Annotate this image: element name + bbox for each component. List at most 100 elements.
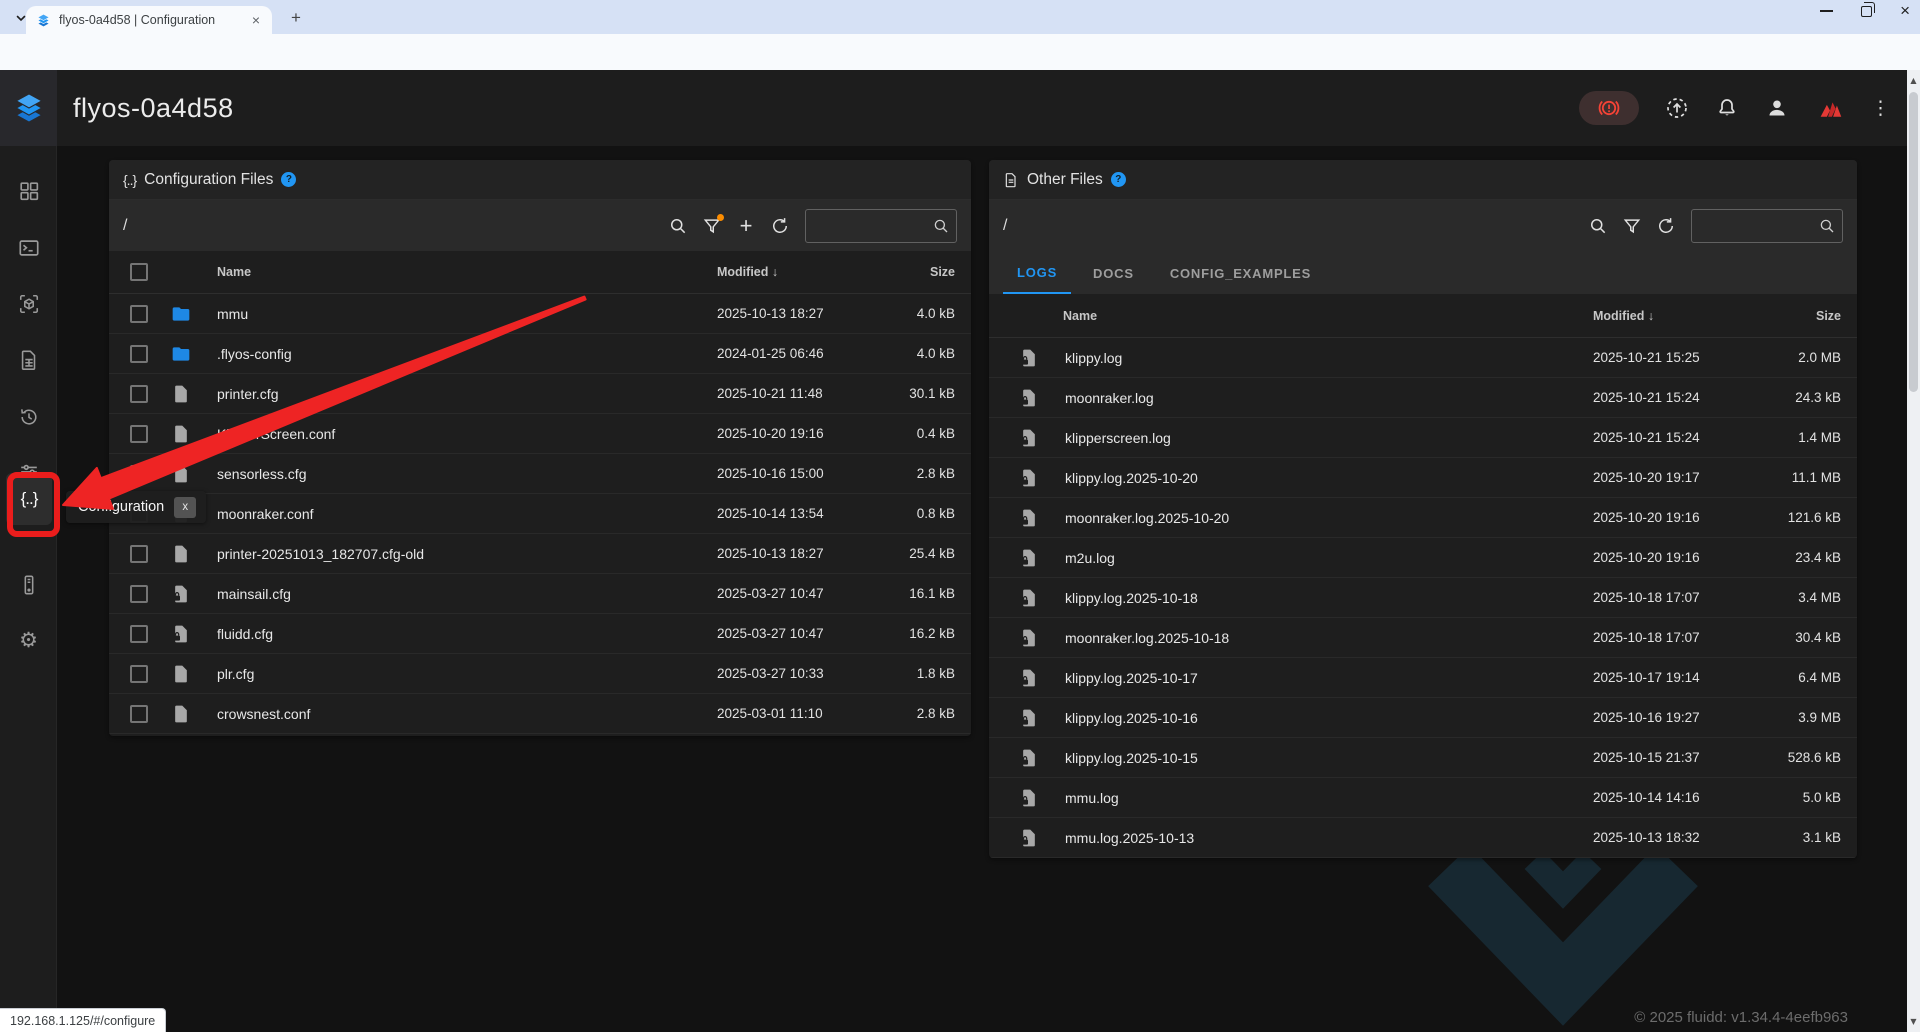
filter-button[interactable] [695, 209, 729, 243]
file-size: 2.8 kB [865, 706, 955, 721]
add-file-button[interactable]: + [729, 209, 763, 243]
row-checkbox[interactable] [130, 625, 148, 643]
sidebar-item-history[interactable] [0, 391, 57, 443]
scroll-up-icon[interactable]: ▲ [1907, 76, 1920, 85]
file-modified: 2025-10-21 11:48 [687, 386, 865, 401]
table-row[interactable]: fluidd.cfg 2025-03-27 10:47 16.2 kB [109, 614, 971, 654]
table-row[interactable]: klippy.log.2025-10-18 2025-10-18 17:07 3… [989, 578, 1857, 618]
file-icon [1019, 588, 1039, 608]
file-name: klippy.log.2025-10-20 [1049, 470, 1563, 486]
table-row[interactable]: klipperscreen.log 2025-10-21 15:24 1.4 M… [989, 418, 1857, 458]
notifications-bell-icon[interactable] [1715, 96, 1739, 120]
tab-close-icon[interactable]: × [248, 12, 264, 28]
column-header-name[interactable]: Name [1049, 309, 1563, 323]
breadcrumb-path[interactable]: / [123, 217, 661, 235]
new-tab-button[interactable]: + [284, 8, 308, 28]
row-checkbox[interactable] [130, 465, 148, 483]
column-header-modified[interactable]: Modified ↓ [1563, 309, 1741, 323]
config-files-table: mmu 2025-10-13 18:27 4.0 kB .flyos-confi… [109, 294, 971, 734]
table-row[interactable]: mmu 2025-10-13 18:27 4.0 kB [109, 294, 971, 334]
table-row[interactable]: moonraker.conf 2025-10-14 13:54 0.8 kB [109, 494, 971, 534]
tab-config-examples[interactable]: CONFIG_EXAMPLES [1156, 253, 1325, 294]
row-checkbox[interactable] [130, 705, 148, 723]
row-checkbox[interactable] [130, 345, 148, 363]
help-icon[interactable]: ? [281, 172, 296, 187]
emergency-stop-button[interactable] [1579, 91, 1639, 125]
row-checkbox[interactable] [130, 425, 148, 443]
table-row[interactable]: klippy.log 2025-10-21 15:25 2.0 MB [989, 338, 1857, 378]
file-icon [171, 384, 191, 404]
user-icon[interactable] [1765, 96, 1789, 120]
table-row[interactable]: klippy.log.2025-10-15 2025-10-15 21:37 5… [989, 738, 1857, 778]
tab-logs[interactable]: LOGS [1003, 253, 1071, 294]
folder-icon [171, 344, 191, 364]
window-restore-button[interactable] [1861, 6, 1872, 17]
column-header-size[interactable]: Size [1741, 309, 1841, 323]
table-row[interactable]: .flyos-config 2024-01-25 06:46 4.0 kB [109, 334, 971, 374]
sidebar-item-dashboard[interactable] [0, 165, 57, 217]
column-header-size[interactable]: Size [865, 265, 955, 279]
table-row[interactable]: klippy.log.2025-10-17 2025-10-17 19:14 6… [989, 658, 1857, 698]
file-modified: 2025-10-20 19:17 [1563, 470, 1741, 485]
table-row[interactable]: mmu.log 2025-10-14 14:16 5.0 kB [989, 778, 1857, 818]
scroll-down-icon[interactable]: ▼ [1907, 1017, 1920, 1026]
file-name: plr.cfg [201, 666, 687, 682]
page-scrollbar[interactable]: ▲ ▼ [1907, 70, 1920, 1032]
table-row[interactable]: printer-20251013_182707.cfg-old 2025-10-… [109, 534, 971, 574]
sidebar-item-console[interactable] [0, 222, 57, 274]
row-checkbox[interactable] [130, 305, 148, 323]
help-icon[interactable]: ? [1111, 172, 1126, 187]
row-checkbox[interactable] [130, 545, 148, 563]
table-row[interactable]: plr.cfg 2025-03-27 10:33 1.8 kB [109, 654, 971, 694]
vendor-logo-icon[interactable] [1815, 93, 1845, 123]
fluidd-logo[interactable] [0, 70, 57, 146]
table-row[interactable]: klippy.log.2025-10-20 2025-10-20 19:17 1… [989, 458, 1857, 498]
fluidd-watermark-logo [1400, 842, 1920, 1032]
row-checkbox[interactable] [130, 665, 148, 683]
table-row[interactable]: sensorless.cfg 2025-10-16 15:00 2.8 kB [109, 454, 971, 494]
refresh-button[interactable] [1649, 209, 1683, 243]
sidebar-item-system[interactable] [0, 559, 57, 611]
file-icon [171, 624, 191, 644]
refresh-button[interactable] [763, 209, 797, 243]
file-icon [1019, 348, 1039, 368]
update-available-icon[interactable] [1665, 96, 1689, 120]
browser-tab[interactable]: flyos-0a4d58 | Configuration × [26, 6, 272, 34]
column-header-modified[interactable]: Modified ↓ [687, 265, 865, 279]
filter-button[interactable] [1615, 209, 1649, 243]
window-minimize-button[interactable] [1820, 10, 1833, 12]
row-checkbox[interactable] [130, 385, 148, 403]
breadcrumb-path[interactable]: / [1003, 217, 1581, 235]
table-row[interactable]: KlipperScreen.conf 2025-10-20 19:16 0.4 … [109, 414, 971, 454]
row-checkbox[interactable] [130, 585, 148, 603]
sidebar-item-settings[interactable]: ⚙ [0, 614, 57, 666]
table-row[interactable]: moonraker.log.2025-10-18 2025-10-18 17:0… [989, 618, 1857, 658]
table-row[interactable]: m2u.log 2025-10-20 19:16 23.4 kB [989, 538, 1857, 578]
file-size: 2.8 kB [865, 466, 955, 481]
file-name: mmu.log.2025-10-13 [1049, 830, 1563, 846]
search-toggle-button[interactable] [1581, 209, 1615, 243]
file-icon [171, 664, 191, 684]
file-modified: 2025-10-16 19:27 [1563, 710, 1741, 725]
search-toggle-button[interactable] [661, 209, 695, 243]
tab-docs[interactable]: DOCS [1079, 253, 1148, 294]
table-row[interactable]: mmu.log.2025-10-13 2025-10-13 18:32 3.1 … [989, 818, 1857, 858]
scrollbar-thumb[interactable] [1909, 92, 1918, 392]
select-all-checkbox[interactable] [130, 263, 148, 281]
page-title: flyos-0a4d58 [73, 93, 234, 124]
table-row[interactable]: crowsnest.conf 2025-03-01 11:10 2.8 kB [109, 694, 971, 734]
file-modified: 2025-10-21 15:24 [1563, 390, 1741, 405]
file-icon [1019, 428, 1039, 448]
code-braces-icon: {..} [123, 172, 136, 188]
table-row[interactable]: mainsail.cfg 2025-03-27 10:47 16.1 kB [109, 574, 971, 614]
column-header-name[interactable]: Name [201, 265, 687, 279]
table-row[interactable]: klippy.log.2025-10-16 2025-10-16 19:27 3… [989, 698, 1857, 738]
table-row[interactable]: moonraker.log.2025-10-20 2025-10-20 19:1… [989, 498, 1857, 538]
sidebar-item-gcode-preview[interactable] [0, 278, 57, 330]
window-close-button[interactable]: × [1900, 4, 1910, 18]
table-row[interactable]: printer.cfg 2025-10-21 11:48 30.1 kB [109, 374, 971, 414]
sidebar-item-jobs[interactable] [0, 334, 57, 386]
other-files-card: Other Files ? / LOGS DOCS CONFIG_EXAMPLE… [989, 160, 1857, 858]
table-row[interactable]: moonraker.log 2025-10-21 15:24 24.3 kB [989, 378, 1857, 418]
app-menu-kebab-icon[interactable]: ⋮ [1871, 97, 1890, 120]
